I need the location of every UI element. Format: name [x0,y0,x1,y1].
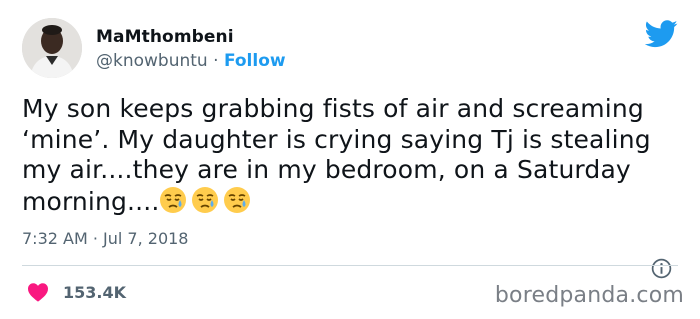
emoji-group [159,186,255,222]
handle-row: @knowbuntu · Follow [96,51,286,71]
tweet-line-1: My son keeps grabbing fists of air and s… [22,94,644,123]
watermark: boredpanda.com [494,283,684,308]
avatar-image [22,18,82,78]
divider [22,265,678,266]
tweet-card: MaMthombeni @knowbuntu · Follow My son k… [0,0,700,319]
handle-separator: · [207,51,224,71]
tweet-text: My son keeps grabbing fists of air and s… [22,94,682,221]
twitter-bird-icon[interactable] [645,20,678,48]
tweet-line-3: my air....they are in my bedroom, on a S… [22,155,631,184]
tweet-line-2: ‘mine’. My daughter is crying saying Tj … [22,124,651,154]
info-icon[interactable] [651,258,672,279]
like-count[interactable]: 153.4K [63,283,126,302]
sad-but-relieved-face-icon [192,186,219,213]
sad-but-relieved-face-icon [160,186,187,213]
tweet-line-4: morning.... [22,186,160,216]
sad-but-relieved-face-icon [224,186,251,213]
tweet-timestamp[interactable]: 7:32 AM · Jul 7, 2018 [22,229,188,248]
author-handle[interactable]: @knowbuntu [96,51,208,71]
follow-button[interactable]: Follow [224,51,286,71]
heart-icon[interactable] [27,282,49,302]
avatar[interactable] [22,18,82,78]
author-name[interactable]: MaMthombeni [96,27,234,47]
